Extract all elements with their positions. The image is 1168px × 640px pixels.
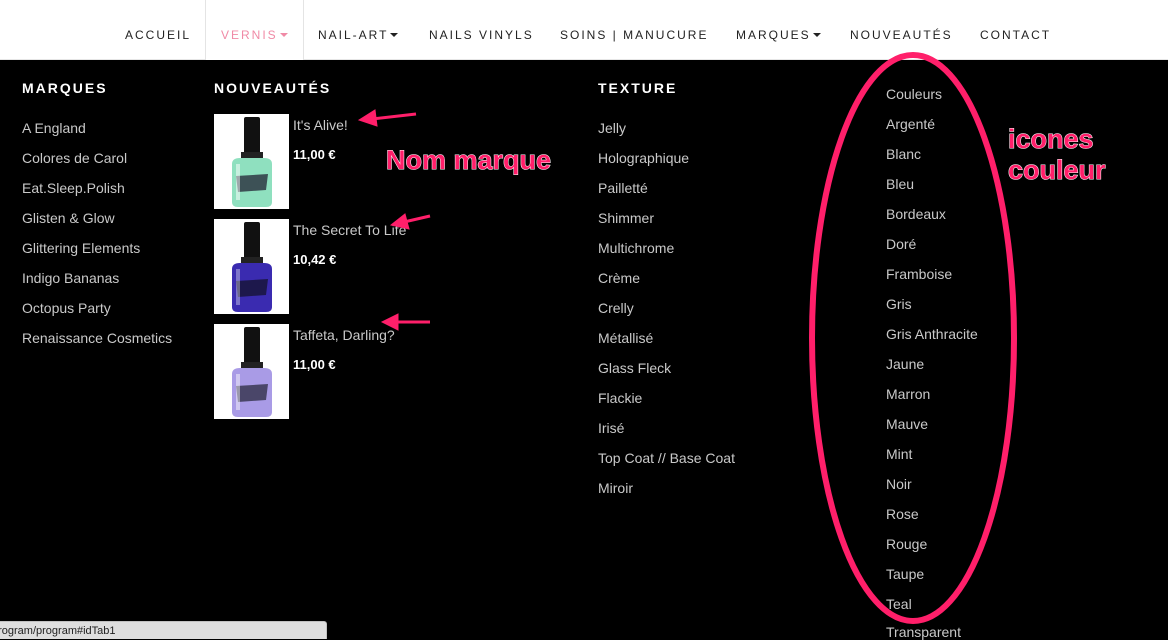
texture-link[interactable]: Flackie [598, 390, 642, 406]
color-link[interactable]: Rouge [886, 536, 927, 552]
nav-item-nails-vinyls[interactable]: NAILS VINYLS [429, 0, 534, 59]
texture-link[interactable]: Miroir [598, 480, 633, 496]
brand-link[interactable]: Glittering Elements [22, 240, 140, 256]
nav-item-label: ACCUEIL [125, 28, 192, 42]
top-navigation: ACCUEIL VERNIS NAIL-ART NAILS VINYLS SOI… [0, 0, 1168, 60]
nav-item-nouveautes[interactable]: NOUVEAUTÉS [850, 0, 953, 59]
nav-item-label: NAIL-ART [318, 28, 389, 42]
color-link[interactable]: Mint [886, 446, 912, 462]
color-link[interactable]: Bleu [886, 176, 914, 192]
product-image[interactable] [214, 219, 289, 314]
chevron-down-icon [279, 32, 288, 37]
brand-link[interactable]: A England [22, 120, 86, 136]
color-link[interactable]: Blanc [886, 146, 921, 162]
nav-item-marques[interactable]: MARQUES [736, 0, 821, 59]
texture-link[interactable]: Pailletté [598, 180, 648, 196]
color-link[interactable]: Gris [886, 296, 912, 312]
nail-polish-bottle-icon [232, 117, 272, 207]
brand-link[interactable]: Octopus Party [22, 300, 111, 316]
product-name[interactable]: The Secret To Life [293, 222, 406, 238]
nav-item-contact[interactable]: CONTACT [980, 0, 1051, 59]
nav-item-nail-art[interactable]: NAIL-ART [318, 0, 399, 59]
texture-link[interactable]: Crelly [598, 300, 634, 316]
texture-link[interactable]: Crème [598, 270, 640, 286]
status-bar: program/program#idTab1 [0, 621, 327, 639]
chevron-down-icon [812, 32, 821, 37]
texture-link[interactable]: Top Coat // Base Coat [598, 450, 735, 466]
product-price: 11,00 € [293, 357, 336, 372]
color-link[interactable]: Framboise [886, 266, 952, 282]
brand-link[interactable]: Renaissance Cosmetics [22, 330, 172, 346]
nav-item-label: VERNIS [221, 28, 278, 42]
texture-link[interactable]: Irisé [598, 420, 624, 436]
product-price: 11,00 € [293, 147, 336, 162]
annotation-nom-marque: Nom marque [385, 145, 552, 176]
brand-link[interactable]: Indigo Bananas [22, 270, 119, 286]
color-link[interactable]: Teal [886, 596, 912, 612]
nav-item-soins-manucure[interactable]: SOINS | MANUCURE [560, 0, 708, 59]
color-link[interactable]: Mauve [886, 416, 928, 432]
color-link[interactable]: Argenté [886, 116, 935, 132]
color-link[interactable]: Taupe [886, 566, 924, 582]
nav-item-vernis[interactable]: VERNIS [205, 0, 304, 60]
marques-title: MARQUES [22, 80, 108, 96]
product-image[interactable] [214, 324, 289, 419]
color-link[interactable]: Bordeaux [886, 206, 946, 222]
color-link[interactable]: Couleurs [886, 86, 942, 102]
product-name[interactable]: It's Alive! [293, 117, 348, 133]
brand-link[interactable]: Glisten & Glow [22, 210, 115, 226]
brand-link[interactable]: Eat.Sleep.Polish [22, 180, 125, 196]
texture-title: TEXTURE [598, 80, 678, 96]
nav-item-accueil[interactable]: ACCUEIL [125, 0, 191, 59]
annotation-overlay [357, 52, 1017, 624]
texture-link[interactable]: Multichrome [598, 240, 674, 256]
nav-item-label: NAILS VINYLS [429, 28, 534, 42]
texture-link[interactable]: Jelly [598, 120, 626, 136]
nav-item-label: SOINS | MANUCURE [560, 28, 709, 42]
texture-link[interactable]: Métallisé [598, 330, 653, 346]
product-price: 10,42 € [293, 252, 337, 267]
annotation-arrow [357, 109, 417, 127]
product-name[interactable]: Taffeta, Darling? [293, 327, 395, 343]
nav-item-label: CONTACT [980, 28, 1052, 42]
texture-link[interactable]: Glass Fleck [598, 360, 671, 376]
texture-link[interactable]: Shimmer [598, 210, 654, 226]
texture-link[interactable]: Holographique [598, 150, 689, 166]
color-link[interactable]: Doré [886, 236, 916, 252]
chevron-down-icon [390, 32, 399, 37]
nouveautes-title: NOUVEAUTÉS [214, 80, 332, 96]
color-link[interactable]: Marron [886, 386, 930, 402]
color-link[interactable]: Rose [886, 506, 919, 522]
nav-item-label: NOUVEAUTÉS [850, 28, 953, 42]
color-link[interactable]: Noir [886, 476, 912, 492]
nav-item-label: MARQUES [736, 28, 811, 42]
status-url: program/program#idTab1 [0, 625, 116, 637]
brand-link[interactable]: Colores de Carol [22, 150, 127, 166]
color-link[interactable]: Jaune [886, 356, 924, 372]
product-image[interactable] [214, 114, 289, 209]
nail-polish-bottle-icon [232, 222, 272, 312]
nail-polish-bottle-icon [232, 327, 272, 417]
color-link[interactable]: Gris Anthracite [886, 326, 978, 342]
annotation-icones-couleur: icones couleur [1008, 124, 1107, 186]
